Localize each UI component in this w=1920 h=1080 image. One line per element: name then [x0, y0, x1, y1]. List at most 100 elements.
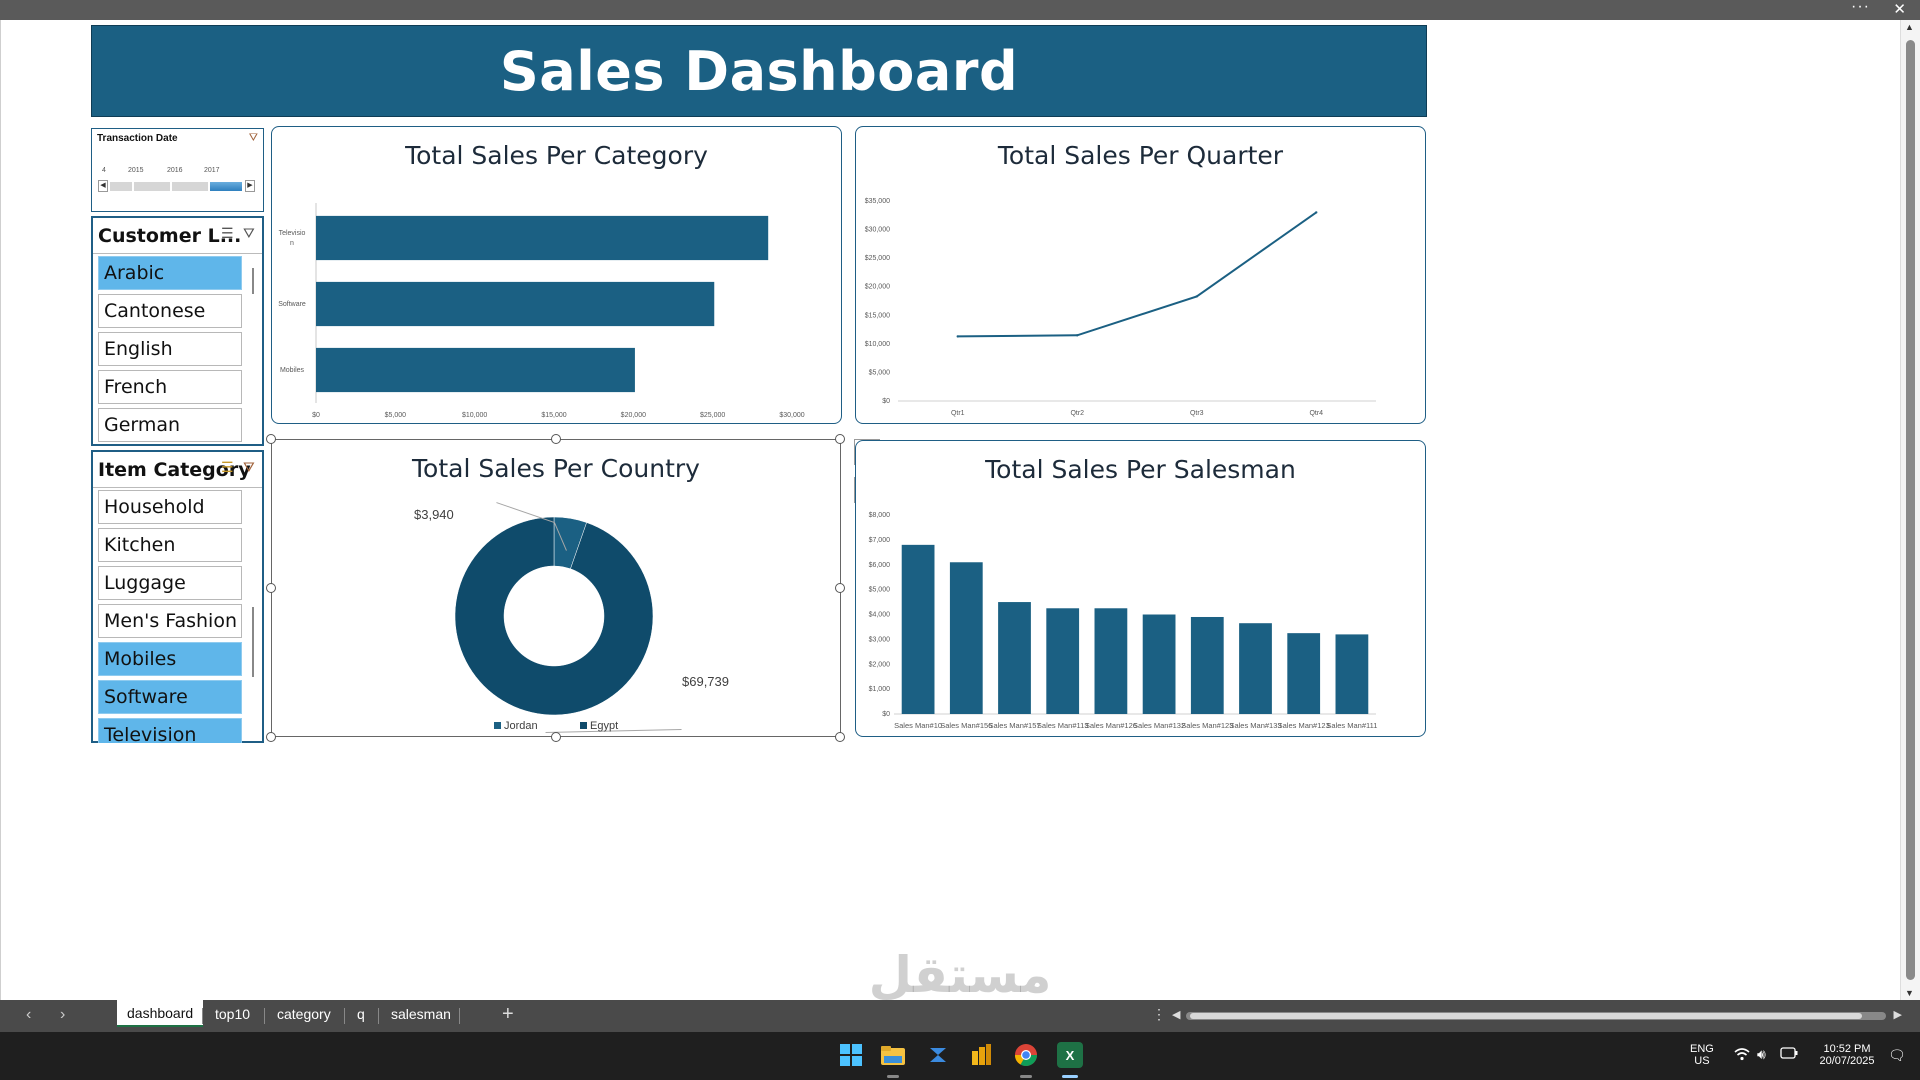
timeline-left-arrow-icon[interactable]: ◀ — [98, 180, 108, 192]
chrome-icon[interactable] — [1013, 1042, 1039, 1068]
multi-select-icon[interactable]: ☰ — [221, 459, 234, 476]
x-tick-label: Sales Man#123 — [1181, 721, 1233, 730]
tab-prev-icon[interactable]: ‹ — [26, 1006, 31, 1024]
tab-separator — [378, 1008, 379, 1024]
slicer-item-german[interactable]: German — [98, 408, 242, 442]
y-tick-label: $2,000 — [869, 661, 891, 668]
country-chart[interactable]: Total Sales Per Country $3,940 $69,739 Jor… — [271, 439, 841, 737]
vertical-scroll-thumb[interactable] — [1906, 40, 1915, 980]
resize-handle[interactable] — [266, 583, 276, 593]
horizontal-scroll-thumb[interactable] — [1190, 1013, 1862, 1019]
x-tick-label: Sales Man#10 — [894, 721, 942, 730]
tab-next-icon[interactable]: › — [60, 1006, 65, 1024]
timeline-period[interactable] — [134, 182, 170, 191]
vertical-scrollbar[interactable]: ▲ ▼ — [1900, 20, 1920, 1000]
slicer-item-household[interactable]: Household — [98, 490, 242, 524]
quarter-chart[interactable]: Total Sales Per Quarter $0 $5,000 $10,000 $… — [855, 126, 1426, 424]
tab-dashboard[interactable]: dashboard — [117, 1000, 204, 1027]
slicer-item-television[interactable]: Television — [98, 718, 242, 743]
clear-filter-icon[interactable]: ⛛ — [243, 459, 255, 476]
salesman-chart[interactable]: Total Sales Per Salesman $0 $1,000 $2,000 $… — [855, 440, 1426, 737]
scroll-right-icon[interactable]: ▶ — [1894, 1008, 1902, 1021]
timeline-right-arrow-icon[interactable]: ▶ — [245, 180, 255, 192]
customer-language-slicer[interactable]: Customer L... ☰ ⛛ Arabic Cantonese Engli… — [91, 216, 264, 446]
slicer-scrollbar[interactable] — [252, 607, 254, 677]
more-options-icon[interactable]: ··· — [1851, 0, 1870, 16]
notification-icon[interactable]: 🗨︎ — [1888, 1047, 1906, 1064]
y-tick-label: $20,000 — [865, 284, 890, 291]
slicer-item-mobiles[interactable]: Mobiles — [98, 642, 242, 676]
slicer-item-kitchen[interactable]: Kitchen — [98, 528, 242, 562]
y-tick-label: $6,000 — [869, 562, 891, 569]
resize-handle[interactable] — [835, 583, 845, 593]
resize-handle[interactable] — [266, 434, 276, 444]
y-tick-label: $4,000 — [869, 612, 891, 619]
timeline-selected-period[interactable] — [210, 182, 242, 191]
tab-salesman[interactable]: salesman — [381, 1000, 461, 1032]
timeline-period[interactable] — [172, 182, 208, 191]
multi-select-icon[interactable]: ☰ — [221, 225, 234, 242]
slicer-item-software[interactable]: Software — [98, 680, 242, 714]
slicer-header: Item Category ☰ ⛛ — [93, 452, 262, 488]
slicer-item-english[interactable]: English — [98, 332, 242, 366]
dashboard-banner: Sales Dashboard — [91, 25, 1427, 117]
slicer-item-mens-fashion[interactable]: Men's Fashion — [98, 604, 242, 638]
slicer-item-cantonese[interactable]: Cantonese — [98, 294, 242, 328]
x-tick-label: Sales Man#126 — [1085, 721, 1137, 730]
timeline-period[interactable] — [110, 182, 132, 191]
tab-separator — [459, 1008, 460, 1024]
tab-category[interactable]: category — [267, 1000, 341, 1032]
file-explorer-icon[interactable] — [880, 1042, 906, 1068]
x-tick-label: Sales Man#133 — [1229, 721, 1281, 730]
x-tick-label: Sales Man#113 — [1037, 721, 1089, 730]
slicer-item-french[interactable]: French — [98, 370, 242, 404]
y-tick-label: $5,000 — [869, 587, 891, 594]
y-tick-label: $1,000 — [869, 686, 891, 693]
resize-handle[interactable] — [551, 732, 561, 742]
slicer-items: Household Kitchen Luggage Men's Fashion … — [98, 490, 242, 743]
tab-split-handle-icon[interactable]: ⋮ — [1152, 1006, 1166, 1023]
scroll-left-icon[interactable]: ◀ — [1172, 1008, 1180, 1021]
battery-icon[interactable] — [1780, 1047, 1798, 1062]
horizontal-scrollbar[interactable]: ◀ ▶ — [1172, 1009, 1902, 1023]
x-tick-label: $15,000 — [541, 412, 566, 419]
x-tick-label: Sales Man#157 — [988, 721, 1040, 730]
tab-q[interactable]: q — [347, 1000, 375, 1032]
x-tick-label: Sales Man#156 — [940, 721, 992, 730]
windows-start-icon[interactable] — [838, 1042, 864, 1068]
scroll-up-icon[interactable]: ▲ — [1905, 22, 1914, 32]
slicer-item-luggage[interactable]: Luggage — [98, 566, 242, 600]
resize-handle[interactable] — [266, 732, 276, 742]
data-point — [1076, 334, 1079, 337]
input-language[interactable]: ENG US — [1690, 1043, 1714, 1067]
wifi-icon[interactable] — [1734, 1047, 1750, 1064]
slicer-scrollbar[interactable] — [252, 268, 254, 294]
excel-icon[interactable]: X — [1057, 1042, 1083, 1068]
close-icon[interactable]: ✕ — [1893, 0, 1906, 18]
clear-filter-icon[interactable]: ⛛ — [243, 225, 255, 242]
taskbar-active-indicator — [1062, 1075, 1078, 1078]
clear-filter-icon[interactable]: ⛛ — [249, 132, 258, 145]
x-tick-label: Qtr2 — [1070, 410, 1084, 417]
category-chart[interactable]: Total Sales Per Category $0 $5,000 $10,000… — [271, 126, 842, 424]
resize-handle[interactable] — [835, 732, 845, 742]
item-category-slicer[interactable]: Item Category ☰ ⛛ Household Kitchen Lugg… — [91, 450, 264, 743]
scroll-down-icon[interactable]: ▼ — [1905, 988, 1914, 998]
x-tick-label: $10,000 — [462, 412, 487, 419]
legend-label: Jordan — [504, 720, 538, 732]
tab-top10[interactable]: top10 — [205, 1000, 260, 1032]
bar — [1046, 608, 1080, 714]
volume-icon[interactable]: 🔊︎ — [1757, 1046, 1766, 1063]
resize-handle[interactable] — [835, 434, 845, 444]
slicer-item-arabic[interactable]: Arabic — [98, 256, 242, 290]
transaction-date-slicer[interactable]: Transaction Date ⛛ 4 2015 2016 2017 ◀ ▶ — [91, 128, 264, 212]
add-sheet-icon[interactable]: + — [502, 1003, 514, 1026]
app-blue-icon[interactable] — [925, 1042, 951, 1068]
timeline-year: 4 — [102, 167, 106, 174]
app-yellow-icon[interactable] — [968, 1042, 994, 1068]
bar — [1287, 633, 1321, 714]
resize-handle[interactable] — [551, 434, 561, 444]
timeline-bar[interactable]: ◀ ▶ — [98, 180, 258, 192]
sheet-tabs-bar: ‹ › dashboard top10 category q salesman … — [0, 1000, 1920, 1032]
clock[interactable]: 10:52 PM 20/07/2025 — [1812, 1043, 1882, 1067]
